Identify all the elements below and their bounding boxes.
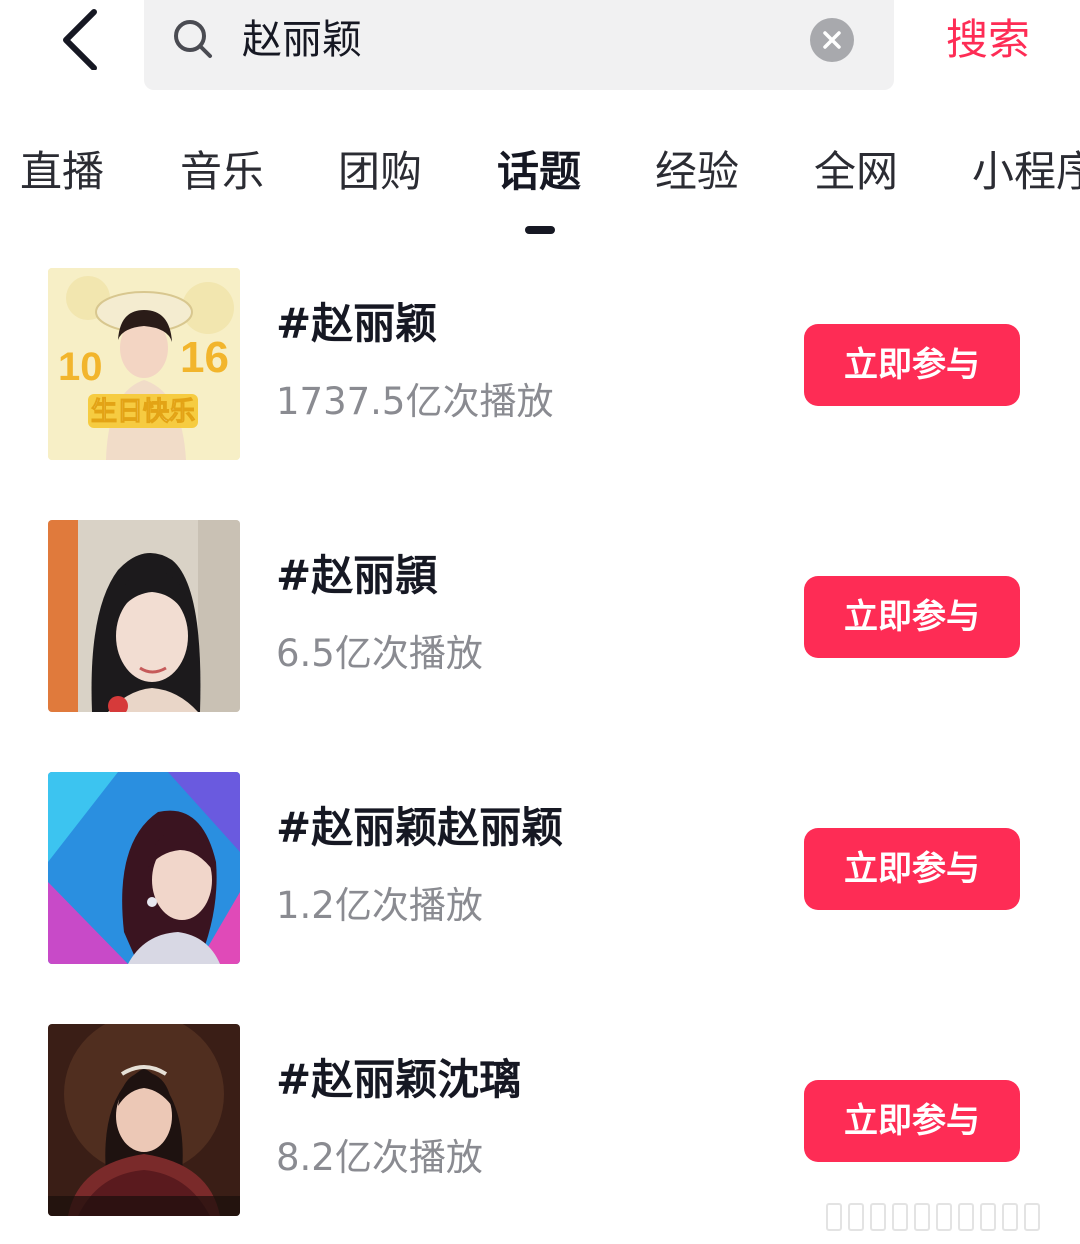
topic-view-count: 1737.5亿次播放 — [276, 380, 554, 423]
watermark-mark — [980, 1203, 996, 1231]
search-button[interactable]: 搜索 — [928, 12, 1048, 68]
watermark — [826, 1200, 1066, 1234]
watermark-mark — [1024, 1203, 1040, 1231]
topic-thumbnail — [48, 520, 240, 712]
join-topic-button[interactable]: 立即参与 — [804, 828, 1020, 910]
topic-thumbnail: 10 16 生日快乐 — [48, 268, 240, 460]
search-results-page: 赵丽颖 搜索 直播 音乐 团购 话题 经验 全网 小程序 10 16 生日快乐 … — [0, 0, 1080, 1244]
back-button[interactable] — [44, 2, 116, 74]
search-icon — [174, 20, 212, 58]
watermark-mark — [936, 1203, 952, 1231]
join-topic-button[interactable]: 立即参与 — [804, 576, 1020, 658]
join-topic-button[interactable]: 立即参与 — [804, 1080, 1020, 1162]
watermark-mark — [870, 1203, 886, 1231]
search-input[interactable]: 赵丽颖 — [144, 0, 894, 90]
clear-search-button[interactable] — [810, 18, 854, 62]
watermark-mark — [958, 1203, 974, 1231]
watermark-mark — [826, 1203, 842, 1231]
topic-view-count: 1.2亿次播放 — [276, 884, 483, 927]
active-tab-indicator — [525, 226, 555, 234]
watermark-mark — [914, 1203, 930, 1231]
tab-live[interactable]: 直播 — [20, 142, 104, 202]
watermark-mark — [892, 1203, 908, 1231]
topic-title: #赵丽颖赵丽颖 — [276, 803, 564, 852]
svg-text:10: 10 — [58, 345, 103, 389]
topic-title: #赵丽颖沈璃 — [276, 1055, 522, 1104]
tab-music[interactable]: 音乐 — [180, 142, 264, 202]
category-tabs: 直播 音乐 团购 话题 经验 全网 小程序 — [0, 140, 1080, 240]
tab-all-web[interactable]: 全网 — [814, 142, 898, 202]
topic-thumbnail — [48, 772, 240, 964]
watermark-mark — [848, 1203, 864, 1231]
search-header: 赵丽颖 搜索 — [0, 0, 1080, 100]
topic-row[interactable]: #赵丽颖赵丽颖 1.2亿次播放 立即参与 — [0, 772, 1080, 964]
topic-view-count: 6.5亿次播放 — [276, 632, 483, 675]
svg-text:16: 16 — [180, 333, 229, 382]
tab-group-buy[interactable]: 团购 — [338, 142, 422, 202]
join-topic-button[interactable]: 立即参与 — [804, 324, 1020, 406]
topic-title: #赵丽頴 — [276, 551, 438, 600]
close-icon — [823, 31, 841, 49]
topic-row[interactable]: #赵丽頴 6.5亿次播放 立即参与 — [0, 520, 1080, 712]
watermark-mark — [1002, 1203, 1018, 1231]
topic-row[interactable]: 10 16 生日快乐 #赵丽颖 1737.5亿次播放 立即参与 — [0, 268, 1080, 460]
topic-title: #赵丽颖 — [276, 299, 438, 348]
topic-view-count: 8.2亿次播放 — [276, 1136, 483, 1179]
tab-mini-programs[interactable]: 小程序 — [972, 142, 1080, 202]
tab-experience[interactable]: 经验 — [655, 142, 739, 202]
topic-row[interactable]: #赵丽颖沈璃 8.2亿次播放 立即参与 — [0, 1024, 1080, 1216]
tab-topics[interactable]: 话题 — [497, 142, 581, 202]
svg-text:生日快乐: 生日快乐 — [91, 397, 195, 427]
chevron-left-icon — [63, 9, 97, 70]
search-query-text[interactable]: 赵丽颖 — [242, 12, 362, 68]
topic-thumbnail — [48, 1024, 240, 1216]
